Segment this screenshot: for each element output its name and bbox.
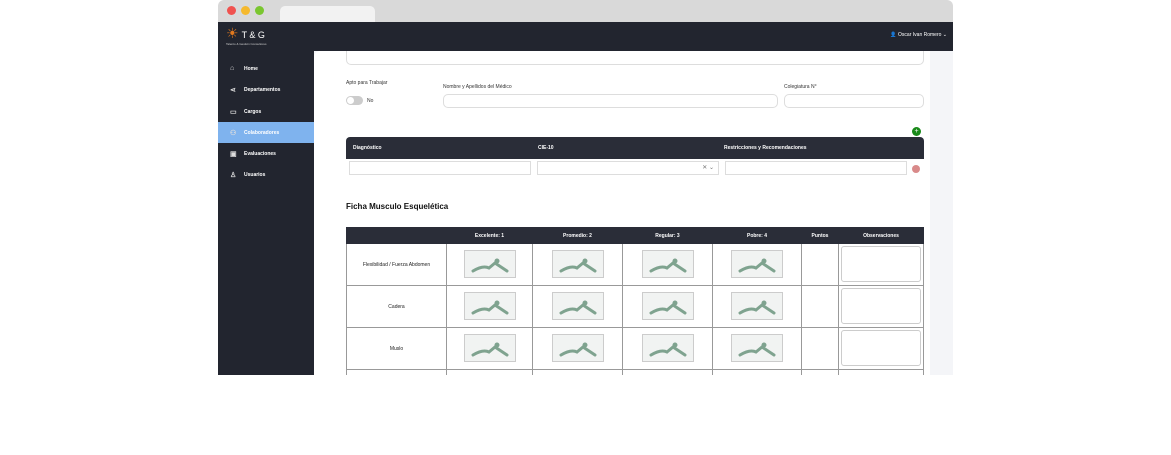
observaciones-textarea[interactable] — [841, 287, 921, 324]
nav-label: Usuarios — [244, 171, 266, 178]
table-row: Cadera — [346, 285, 924, 328]
exercise-image[interactable] — [551, 292, 604, 320]
section-title: Ficha Musculo Esquelética — [346, 202, 449, 211]
cie10-select[interactable]: ✕ ⌄ — [537, 161, 719, 175]
header-promedio: Promedio: 2 — [532, 227, 623, 244]
header-diagnostico: Diagnóstico — [353, 145, 382, 151]
header-regular: Regular: 3 — [622, 227, 713, 244]
row-label: Flexibilidad / Fuerza Abdomen — [346, 243, 447, 286]
nav-label: Colaboradores — [244, 129, 280, 136]
close-window-icon[interactable] — [227, 6, 236, 15]
home-icon: ⌂ — [230, 65, 235, 72]
exercise-image[interactable] — [463, 334, 516, 362]
header-excelente: Excelente: 1 — [446, 227, 533, 244]
exercise-image[interactable] — [463, 250, 516, 278]
table-header-row: Excelente: 1 Promedio: 2 Regular: 3 Pobr… — [346, 227, 924, 244]
nav-label: Cargos — [244, 108, 262, 115]
header-cie10: CIE-10 — [538, 145, 554, 151]
sidebar-item-usuarios[interactable]: ♙ Usuarios — [218, 164, 314, 185]
header-empty — [346, 227, 447, 244]
colegiatura-label: Colegiatura N° — [784, 84, 817, 90]
previous-input[interactable] — [346, 51, 924, 65]
nav-label: Evaluaciones — [244, 150, 276, 157]
table-row: Muslo — [346, 327, 924, 370]
share-icon: ⋖ — [230, 86, 236, 94]
sidebar-item-home[interactable]: ⌂ Home — [218, 58, 314, 79]
logo[interactable]: ☀ T & G Talento & Gestión Consultores — [226, 25, 267, 46]
ficha-table: Excelente: 1 Promedio: 2 Regular: 3 Pobr… — [346, 227, 924, 375]
exercise-image[interactable] — [551, 334, 604, 362]
user-name: Oscar Ivan Romero — [898, 32, 942, 38]
lightbulb-icon: ☀ — [226, 25, 239, 41]
nav-label: Home — [244, 65, 258, 72]
sidebar: ⌂ Home ⋖ Departamentos ▭ Cargos ⚇ Colaborado… — [218, 51, 314, 375]
users-icon: ⚇ — [230, 129, 237, 137]
sidebar-item-evaluaciones[interactable]: ▣ Evaluaciones — [218, 143, 314, 164]
user-icon: 👤 — [890, 32, 897, 38]
user-icon: ♙ — [230, 171, 237, 179]
table-row — [346, 369, 924, 375]
diagnostico-input[interactable] — [349, 161, 531, 175]
sidebar-item-colaboradores[interactable]: ⚇ Colaboradores — [218, 122, 314, 143]
exercise-image[interactable] — [731, 334, 783, 362]
observaciones-textarea[interactable] — [841, 245, 921, 282]
briefcase-icon: ▭ — [230, 108, 237, 116]
clear-icon[interactable]: ✕ — [702, 165, 707, 171]
medico-input[interactable] — [443, 94, 778, 108]
apto-value: No — [367, 98, 374, 104]
header-puntos: Puntos — [801, 227, 839, 244]
sidebar-item-departamentos[interactable]: ⋖ Departamentos — [218, 79, 314, 100]
header-pobre: Pobre: 4 — [712, 227, 802, 244]
restricciones-input[interactable] — [725, 161, 907, 175]
exercise-image[interactable] — [731, 250, 783, 278]
logo-text: T & G — [241, 30, 265, 40]
colegiatura-input[interactable] — [784, 94, 924, 108]
observaciones-textarea[interactable] — [841, 329, 921, 366]
apto-toggle[interactable] — [346, 96, 363, 105]
nav-label: Departamentos — [244, 86, 281, 93]
logo-subtitle: Talento & Gestión Consultores — [226, 42, 267, 46]
maximize-window-icon[interactable] — [255, 6, 264, 15]
app: ☀ T & G Talento & Gestión Consultores 👤 Os… — [218, 22, 953, 375]
exercise-image[interactable] — [731, 292, 783, 320]
clipboard-icon: ▣ — [230, 150, 237, 158]
puntos-cell — [801, 327, 839, 370]
top-bar: ☀ T & G Talento & Gestión Consultores 👤 Os… — [218, 22, 953, 51]
chevron-down-icon: ⌄ — [942, 32, 947, 38]
header-observaciones: Observaciones — [838, 227, 924, 244]
exercise-image[interactable] — [641, 292, 694, 320]
apto-label: Apto para Trabajar — [346, 80, 388, 86]
medico-label: Nombre y Apellidos del Médico — [443, 84, 512, 90]
browser-chrome — [218, 0, 953, 22]
row-label: Muslo — [346, 327, 447, 370]
minimize-window-icon[interactable] — [241, 6, 250, 15]
exercise-image[interactable] — [463, 292, 516, 320]
exercise-image[interactable] — [551, 250, 604, 278]
exercise-image[interactable] — [641, 334, 694, 362]
row-label: Cadera — [346, 285, 447, 328]
browser-tab[interactable] — [280, 6, 375, 22]
exercise-image[interactable] — [641, 250, 694, 278]
user-menu[interactable]: 👤 Oscar Ivan Romero ⌄ — [890, 32, 947, 38]
remove-row-button[interactable] — [912, 165, 920, 173]
sidebar-item-cargos[interactable]: ▭ Cargos — [218, 101, 314, 122]
header-restricciones: Restricciones y Recomendaciones — [724, 145, 807, 151]
puntos-cell — [801, 285, 839, 328]
chevron-down-icon[interactable]: ⌄ — [709, 165, 714, 171]
diagnostic-table-header: Diagnóstico CIE-10 Restricciones y Recom… — [346, 137, 924, 159]
main-content: Apto para Trabajar No Nombre y Apellidos… — [314, 51, 930, 375]
table-row: Flexibilidad / Fuerza Abdomen — [346, 243, 924, 286]
puntos-cell — [801, 243, 839, 286]
add-row-button[interactable]: + — [912, 127, 921, 136]
